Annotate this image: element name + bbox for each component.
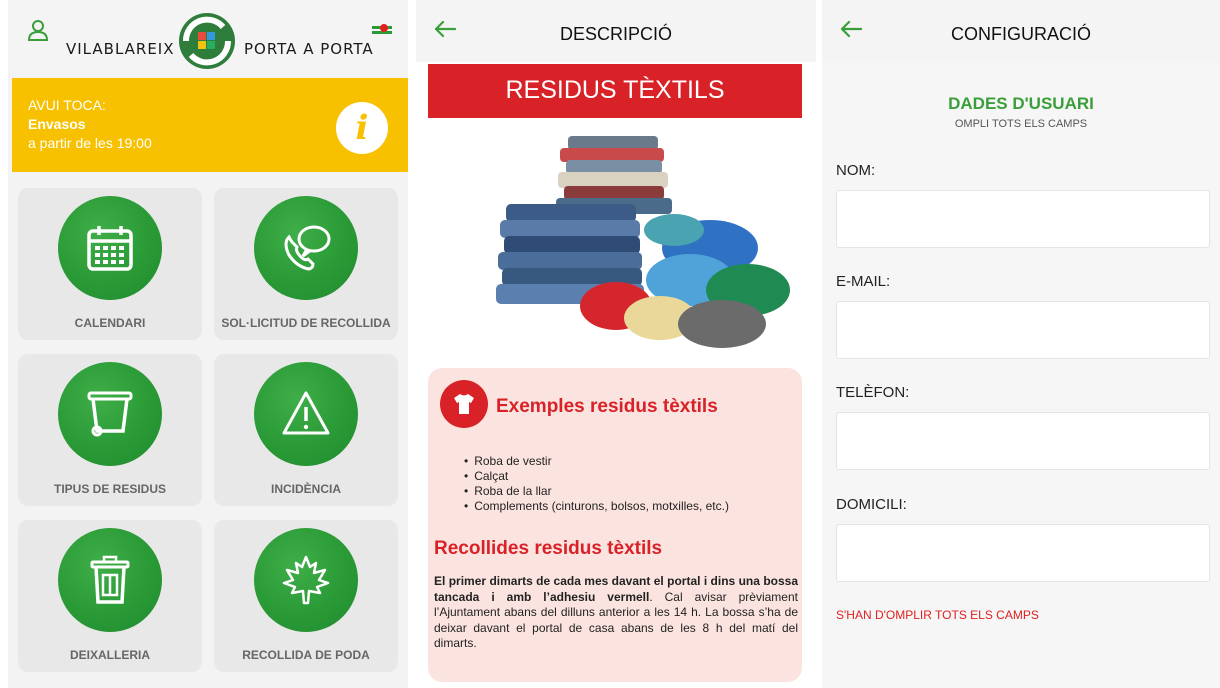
shirt-icon-badge xyxy=(440,380,488,428)
home-header: VILABLAREIX PORTA A PORTA xyxy=(8,0,408,72)
list-item: Roba de la llar xyxy=(464,484,729,499)
category-title: RESIDUS TÈXTILS xyxy=(505,76,725,104)
logo-text-right: PORTA A PORTA xyxy=(244,40,374,58)
address-label: DOMICILI: xyxy=(836,496,907,513)
tile-label: INCIDÈNCIA xyxy=(270,482,341,496)
calendar-icon xyxy=(87,226,133,271)
bin-icon xyxy=(87,391,133,437)
leaf-icon xyxy=(282,555,330,605)
flag-icon[interactable] xyxy=(372,22,392,38)
logo-text-left: VILABLAREIX xyxy=(66,40,175,58)
settings-screen: CONFIGURACIÓ DADES D'USUARI OMPLI TOTS E… xyxy=(822,0,1220,688)
validation-error: S'HAN D'OMPLIR TOTS ELS CAMPS xyxy=(836,608,1039,622)
tile-label: DEIXALLERIA xyxy=(69,648,150,662)
address-field[interactable] xyxy=(836,524,1210,582)
home-screen: VILABLAREIX PORTA A PORTA AVUI TOCA: Env… xyxy=(8,0,408,688)
category-band: RESIDUS TÈXTILS xyxy=(428,64,802,118)
tile-sol-licitud[interactable]: SOL·LICITUD DE RECOLLIDA xyxy=(214,188,398,340)
trash-icon xyxy=(90,555,130,604)
name-field[interactable] xyxy=(836,190,1210,248)
email-field[interactable] xyxy=(836,301,1210,359)
form-heading: DADES D'USUARI xyxy=(948,94,1094,113)
phone-chat-icon xyxy=(284,225,331,271)
tile-deixalleria[interactable]: DEIXALLERIA xyxy=(18,520,202,672)
info-card: Exemples residus tèxtils Roba de vestir … xyxy=(428,368,802,682)
tile-recollida-poda[interactable]: RECOLLIDA DE PODA xyxy=(214,520,398,672)
email-label: E-MAIL: xyxy=(836,273,891,290)
name-label: NOM: xyxy=(836,162,876,179)
phone-field[interactable] xyxy=(836,412,1210,470)
tile-incidencia[interactable]: INCIDÈNCIA xyxy=(214,354,398,506)
examples-list: Roba de vestir Calçat Roba de la llar Co… xyxy=(464,454,729,514)
tile-tipus-residus[interactable]: TIPUS DE RESIDUS xyxy=(18,354,202,506)
tile-label: RECOLLIDA DE PODA xyxy=(242,648,370,662)
user-icon[interactable] xyxy=(26,18,50,42)
phone-label: TELÈFON: xyxy=(836,384,910,401)
settings-topbar: CONFIGURACIÓ xyxy=(822,0,1220,62)
list-item: Complements (cinturons, bolsos, motxille… xyxy=(464,499,729,514)
page-title: DESCRIPCIÓ xyxy=(559,24,673,44)
examples-heading: Exemples residus tèxtils xyxy=(496,396,718,417)
page-title: CONFIGURACIÓ xyxy=(950,24,1091,44)
collection-heading: Recollides residus tèxtils xyxy=(434,538,663,559)
tshirt-icon xyxy=(454,394,474,414)
clothes-photo xyxy=(428,118,802,362)
tile-label: SOL·LICITUD DE RECOLLIDA xyxy=(221,316,391,330)
collection-text: El primer dimarts de cada mes davant el … xyxy=(434,574,798,652)
info-icon[interactable]: i xyxy=(336,102,388,154)
form-subheading: OMPLI TOTS ELS CAMPS xyxy=(954,118,1088,130)
tile-label: CALENDARI xyxy=(74,316,146,330)
clothes-pile-illustration xyxy=(496,136,790,348)
description-topbar: DESCRIPCIÓ xyxy=(416,0,816,62)
today-banner[interactable]: AVUI TOCA: Envasos a partir de les 19:00… xyxy=(12,78,408,172)
description-screen: DESCRIPCIÓ RESIDUS TÈXTILS Exemples resi… xyxy=(416,0,816,688)
warning-icon xyxy=(282,391,330,435)
logo-emblem-icon xyxy=(179,13,235,69)
list-item: Roba de vestir xyxy=(464,454,729,469)
tile-label: TIPUS DE RESIDUS xyxy=(53,482,167,496)
list-item: Calçat xyxy=(464,469,729,484)
tile-calendari[interactable]: CALENDARI xyxy=(18,188,202,340)
